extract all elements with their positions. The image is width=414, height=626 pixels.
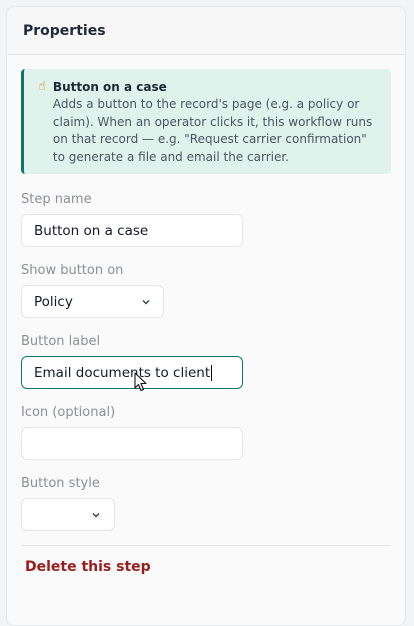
button-label-input[interactable]: Email documents to client <box>21 356 243 389</box>
show-button-on-select[interactable]: Policy <box>21 285 164 318</box>
mouse-cursor-icon <box>134 372 147 392</box>
icon-input[interactable] <box>21 427 243 460</box>
divider <box>21 545 391 546</box>
pointing-finger-icon: ☝ <box>38 79 46 94</box>
button-style-label: Button style <box>21 476 100 491</box>
chevron-down-icon <box>91 510 101 520</box>
panel-header: Properties <box>7 7 405 55</box>
button-style-select[interactable] <box>21 498 115 531</box>
panel-title: Properties <box>23 22 106 39</box>
show-button-on-label: Show button on <box>21 263 124 278</box>
step-name-input[interactable]: Button on a case <box>21 214 243 247</box>
callout-text: Adds a button to the record's page (e.g.… <box>52 97 373 164</box>
properties-panel: Properties ☝ Button on a case Adds a but… <box>6 6 406 626</box>
callout-body: Button on a case Adds a button to the re… <box>53 79 373 174</box>
delete-step-button[interactable]: Delete this step <box>25 559 151 575</box>
button-label-value: Email documents to client <box>34 364 211 381</box>
button-label-label: Button label <box>21 334 101 349</box>
chevron-down-icon <box>141 297 151 307</box>
step-name-label: Step name <box>21 192 92 207</box>
show-button-on-value: Policy <box>34 293 73 310</box>
text-caret <box>211 364 213 381</box>
info-callout: ☝ Button on a case Adds a button to the … <box>21 69 391 174</box>
icon-optional-label: Icon (optional) <box>21 405 116 420</box>
step-name-value: Button on a case <box>34 222 149 239</box>
callout-title: Button on a case <box>52 80 167 94</box>
